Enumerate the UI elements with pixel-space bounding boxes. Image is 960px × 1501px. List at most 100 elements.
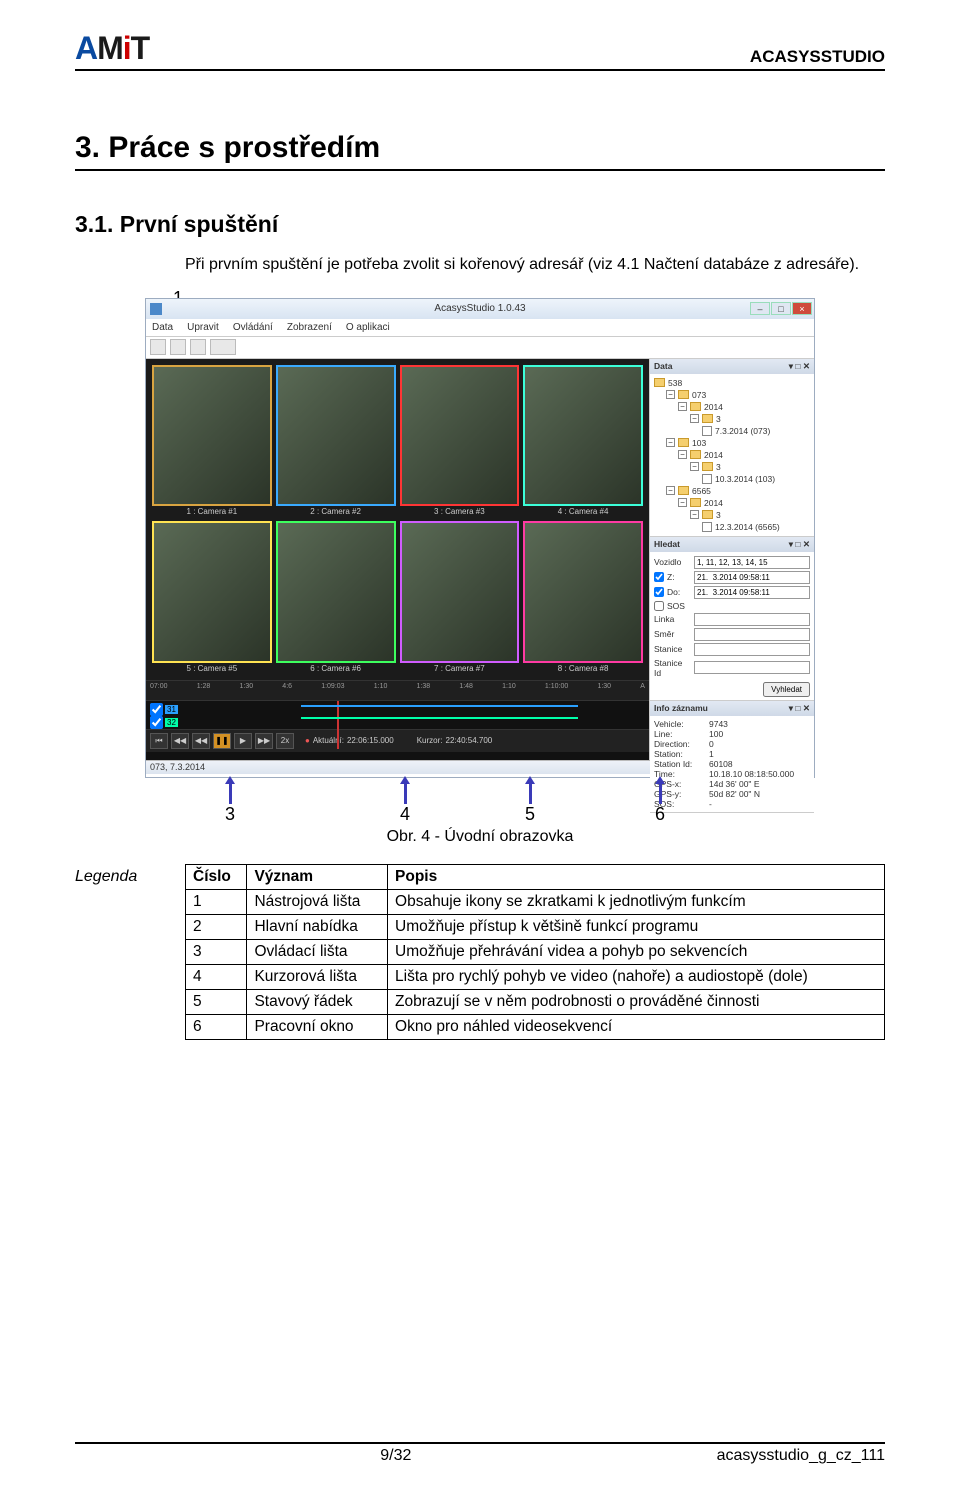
tree-node[interactable]: 3	[716, 462, 721, 472]
folder-icon	[690, 498, 701, 507]
camera-tile[interactable]: 2 : Camera #2	[276, 365, 396, 518]
from-label: Z:	[667, 572, 691, 582]
stationid-input[interactable]	[694, 661, 810, 674]
speed-button[interactable]: 2x	[276, 733, 294, 749]
info-value: 9743	[709, 719, 728, 729]
expand-icon[interactable]: −	[690, 510, 699, 519]
tree-node[interactable]: 6565	[692, 486, 711, 496]
cell-desc: Okno pro náhled videosekvencí	[388, 1014, 885, 1039]
to-input[interactable]	[694, 586, 810, 599]
maximize-button[interactable]: □	[771, 302, 791, 315]
tree-node[interactable]: 3	[716, 510, 721, 520]
toolbar-dropdown-icon[interactable]	[210, 339, 236, 355]
figure: 1 2 AcasysStudio 1.0.43 – □ × Data Uprav…	[145, 298, 815, 846]
info-value: 0	[709, 739, 714, 749]
forward-button[interactable]: ▶▶	[255, 733, 273, 749]
expand-icon[interactable]: −	[678, 402, 687, 411]
brand-logo: AMiT	[75, 30, 149, 67]
expand-icon[interactable]: −	[666, 486, 675, 495]
camera-tile[interactable]: 4 : Camera #4	[523, 365, 643, 518]
folder-icon	[678, 390, 689, 399]
panel-controls-icon[interactable]: ▾ □ ✕	[789, 703, 810, 714]
timeline[interactable]: 07:001:281:304:61:09:031:101:381:481:101…	[146, 680, 649, 760]
sos-checkbox[interactable]	[654, 601, 664, 611]
video-track[interactable]	[301, 717, 578, 727]
camera-tile[interactable]: 6 : Camera #6	[276, 521, 396, 674]
cell-desc: Umožňuje přístup k většině funkcí progra…	[388, 914, 885, 939]
folder-icon	[702, 510, 713, 519]
info-value: 10.18.10 08:18:50.000	[709, 769, 794, 779]
current-value: 22:06:15.000	[347, 736, 394, 745]
panel-controls-icon[interactable]: ▾ □ ✕	[789, 361, 810, 372]
expand-icon[interactable]: −	[666, 390, 675, 399]
cell-meaning: Pracovní okno	[247, 1014, 388, 1039]
camera-tile[interactable]: 7 : Camera #7	[400, 521, 520, 674]
play-button[interactable]: ▶	[234, 733, 252, 749]
direction-input[interactable]	[694, 628, 810, 641]
audio-track[interactable]	[301, 705, 578, 715]
tree-leaf[interactable]: 10.3.2014 (103)	[715, 474, 775, 484]
current-label: Aktuální:	[313, 736, 344, 745]
toolbar-icon[interactable]	[150, 339, 166, 355]
menu-item-data[interactable]: Data	[152, 322, 173, 333]
tree-leaf[interactable]: 12.3.2014 (6565)	[715, 522, 780, 532]
toolbar-icon[interactable]	[190, 339, 206, 355]
menu-item-oaplikaci[interactable]: O aplikaci	[346, 322, 390, 333]
panel-controls-icon[interactable]: ▾ □ ✕	[789, 539, 810, 550]
tree-node[interactable]: 3	[716, 414, 721, 424]
prev-button[interactable]: ◀◀	[171, 733, 189, 749]
tree-node[interactable]: 073	[692, 390, 706, 400]
skip-start-button[interactable]: ⏮	[150, 733, 168, 749]
main-menu[interactable]: Data Upravit Ovládání Zobrazení O aplika…	[146, 319, 814, 337]
camera-image	[152, 365, 272, 507]
intro-text: Při prvním spuštění je potřeba zvolit si…	[185, 254, 885, 276]
expand-icon[interactable]: −	[690, 462, 699, 471]
arrow-up-icon	[229, 782, 232, 804]
menu-item-zobrazeni[interactable]: Zobrazení	[287, 322, 332, 333]
pause-button[interactable]: ❚❚	[213, 733, 231, 749]
logo-letter: M	[97, 30, 123, 66]
track-checkbox[interactable]	[150, 716, 163, 729]
intro-paragraph: Při prvním spuštění je potřeba zvolit si…	[185, 254, 885, 276]
menu-item-ovladani[interactable]: Ovládání	[233, 322, 273, 333]
camera-tile[interactable]: 8 : Camera #8	[523, 521, 643, 674]
search-button[interactable]: Vyhledat	[763, 682, 810, 697]
vehicle-input[interactable]	[694, 556, 810, 569]
expand-icon[interactable]: −	[690, 414, 699, 423]
tree-node[interactable]: 103	[692, 438, 706, 448]
expand-icon[interactable]: −	[666, 438, 675, 447]
toolbar-icon[interactable]	[170, 339, 186, 355]
minimize-button[interactable]: –	[750, 302, 770, 315]
tick-label: 1:30	[240, 683, 254, 698]
cell-meaning: Kurzorová lišta	[247, 964, 388, 989]
from-input[interactable]	[694, 571, 810, 584]
logo-letter: T	[131, 30, 150, 66]
cell-meaning: Stavový řádek	[247, 989, 388, 1014]
tree-node[interactable]: 2014	[704, 498, 723, 508]
expand-icon[interactable]: −	[678, 450, 687, 459]
track-checkbox[interactable]	[150, 703, 163, 716]
tick-label: 07:00	[150, 683, 168, 698]
camera-tile[interactable]: 5 : Camera #5	[152, 521, 272, 674]
close-button[interactable]: ×	[792, 302, 812, 315]
menu-item-upravit[interactable]: Upravit	[187, 322, 219, 333]
to-checkbox[interactable]	[654, 587, 664, 597]
from-checkbox[interactable]	[654, 572, 664, 582]
panel-title: Hledat	[654, 539, 680, 550]
camera-label: 4 : Camera #4	[523, 506, 643, 517]
tree-node[interactable]: 2014	[704, 402, 723, 412]
table-row: 5Stavový řádekZobrazují se v něm podrobn…	[186, 989, 885, 1014]
tree-leaf[interactable]: 7.3.2014 (073)	[715, 426, 770, 436]
station-input[interactable]	[694, 643, 810, 656]
tree-root[interactable]: 538	[668, 378, 682, 388]
camera-tile[interactable]: 3 : Camera #3	[400, 365, 520, 518]
expand-icon[interactable]: −	[678, 498, 687, 507]
tree-node[interactable]: 2014	[704, 450, 723, 460]
stationid-label: Stanice Id	[654, 658, 691, 678]
title-bar: AcasysStudio 1.0.43 – □ ×	[146, 299, 814, 319]
camera-tile[interactable]: 1 : Camera #1	[152, 365, 272, 518]
rewind-button[interactable]: ◀◀	[192, 733, 210, 749]
data-tree[interactable]: 538 −073−2014−3 7.3.2014 (073)−103−2014−…	[650, 374, 814, 536]
line-input[interactable]	[694, 613, 810, 626]
logo-letter: i	[123, 30, 131, 66]
